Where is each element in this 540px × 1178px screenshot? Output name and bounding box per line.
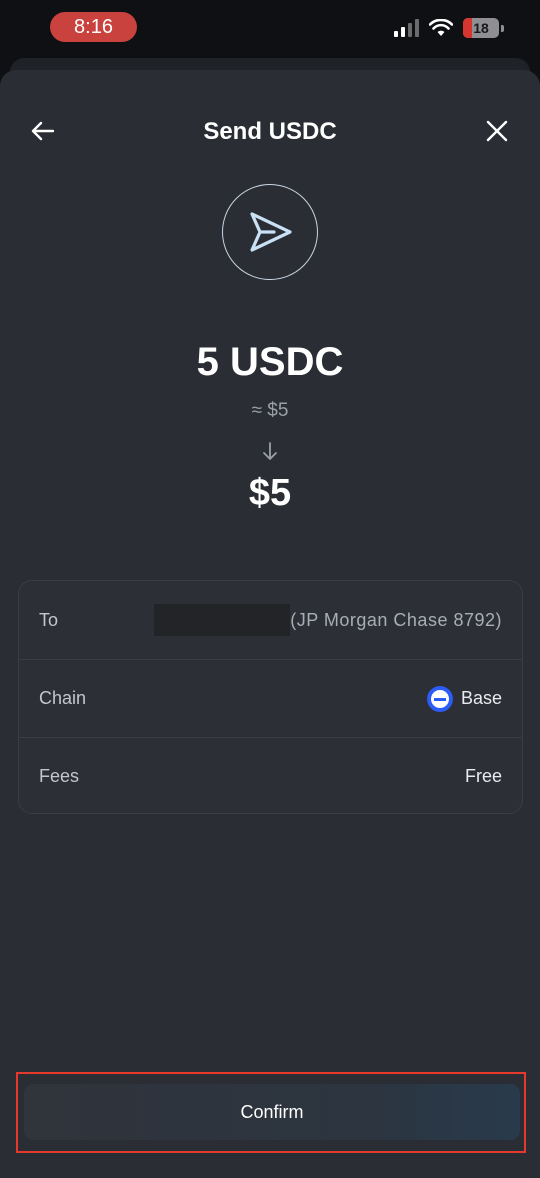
arrow-down-icon xyxy=(263,442,277,460)
header: Send USDC xyxy=(0,110,540,154)
battery-level: 18 xyxy=(473,20,489,36)
status-bar: 8:16 18 xyxy=(0,0,540,60)
status-icons: 18 xyxy=(394,18,504,38)
crypto-amount: 5 USDC xyxy=(196,340,344,384)
approx-value: ≈ $5 xyxy=(251,400,289,421)
fees-label: Fees xyxy=(39,766,80,786)
confirm-highlight: Confirm xyxy=(16,1072,526,1153)
detail-row-chain: Chain Base xyxy=(19,659,522,737)
status-time: 8:16 xyxy=(50,12,137,42)
chain-label: Chain xyxy=(39,688,87,708)
confirm-button[interactable]: Confirm xyxy=(24,1084,520,1140)
fiat-amount: $5 xyxy=(248,472,292,514)
base-chain-icon xyxy=(426,685,453,712)
detail-row-fees: Fees Free xyxy=(19,737,522,815)
fees-value: Free xyxy=(464,766,502,786)
battery-tip xyxy=(501,24,504,32)
send-plane-icon xyxy=(250,212,292,252)
to-value: (JP Morgan Chase 8792) xyxy=(154,604,502,636)
to-bank-account: (JP Morgan Chase 8792) xyxy=(290,609,502,630)
detail-row-to: To (JP Morgan Chase 8792) xyxy=(19,581,522,659)
redacted-recipient xyxy=(154,604,291,636)
chain-value: Base xyxy=(426,685,502,712)
battery-icon: 18 xyxy=(463,18,499,38)
close-icon[interactable] xyxy=(482,116,512,146)
to-label: To xyxy=(39,609,59,630)
chain-name: Base xyxy=(460,688,502,708)
page-title: Send USDC xyxy=(203,118,337,145)
cellular-signal-icon xyxy=(394,19,419,37)
wifi-icon xyxy=(429,19,453,36)
transaction-details-card: To (JP Morgan Chase 8792) Chain Base Fee… xyxy=(18,580,523,814)
send-icon-circle xyxy=(222,184,318,280)
